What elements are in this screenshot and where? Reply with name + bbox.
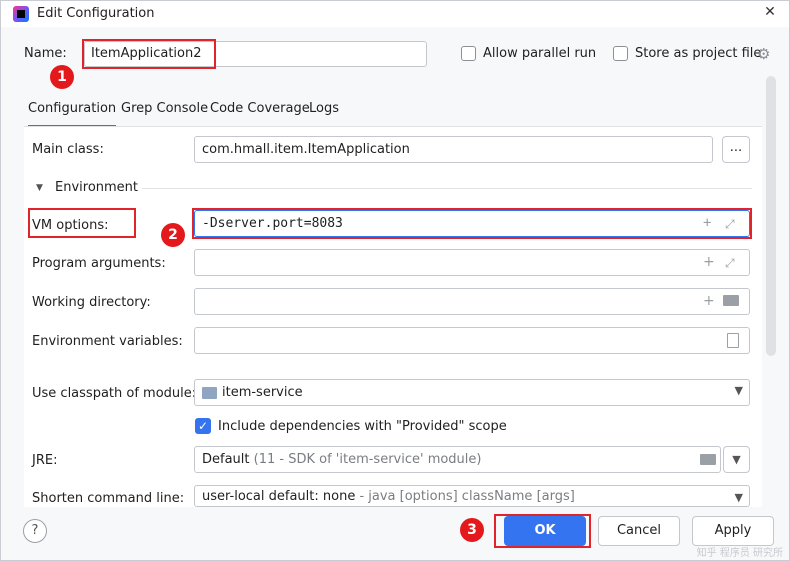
annotation-badge-3: 3	[460, 518, 484, 542]
highlight-box-ok	[494, 514, 591, 548]
chevron-down-icon[interactable]: ▼	[36, 183, 43, 193]
jre-value-main: Default	[202, 452, 250, 467]
allow-parallel-checkbox[interactable]	[461, 46, 476, 61]
jre-dropdown-button[interactable]: ▼	[723, 446, 750, 473]
window-title: Edit Configuration	[37, 6, 155, 21]
apply-button[interactable]: Apply	[692, 516, 774, 546]
watermark: 知乎 程序员 研究所	[696, 548, 783, 559]
jre-value-hint: (11 - SDK of 'item-service' module)	[249, 452, 482, 467]
shorten-value-main: user-local default: none	[202, 489, 356, 504]
folder-icon[interactable]	[723, 295, 739, 306]
classpath-module-label: Use classpath of module:	[32, 386, 197, 401]
document-icon[interactable]	[727, 333, 739, 348]
folder-icon[interactable]	[700, 454, 716, 465]
program-arguments-label: Program arguments:	[32, 256, 166, 271]
program-arguments-input[interactable]: + ⤢	[194, 249, 750, 276]
include-dependencies-label: Include dependencies with "Provided" sco…	[218, 419, 507, 434]
shorten-command-value: user-local default: none - java [options…	[202, 489, 575, 504]
module-icon	[202, 387, 217, 399]
environment-divider	[142, 188, 752, 189]
tab-logs[interactable]: Logs	[309, 100, 339, 128]
shorten-command-label: Shorten command line:	[32, 491, 185, 506]
store-project-label: Store as project file	[635, 46, 762, 61]
gear-icon[interactable]: ⚙	[757, 45, 770, 63]
annotation-badge-2: 2	[161, 223, 185, 247]
title-bar: Edit Configuration ✕	[1, 1, 789, 27]
name-label: Name:	[24, 46, 67, 61]
close-icon[interactable]: ✕	[761, 3, 779, 21]
help-button[interactable]: ?	[23, 519, 47, 543]
cancel-button[interactable]: Cancel	[598, 516, 680, 546]
classpath-module-select[interactable]: item-service ▼	[194, 379, 750, 406]
classpath-module-value: item-service	[222, 385, 303, 400]
jre-select[interactable]: Default (11 - SDK of 'item-service' modu…	[194, 446, 721, 473]
highlight-box-name	[82, 39, 216, 69]
allow-parallel-label: Allow parallel run	[483, 46, 597, 61]
add-icon[interactable]: +	[703, 254, 715, 270]
tab-configuration[interactable]: Configuration	[28, 100, 117, 128]
working-directory-label: Working directory:	[32, 295, 151, 310]
main-class-value: com.hmall.item.ItemApplication	[202, 142, 410, 157]
tab-code-coverage[interactable]: Code Coverage	[210, 100, 310, 128]
shorten-command-select[interactable]: user-local default: none - java [options…	[194, 485, 750, 507]
highlight-box-vm-field	[192, 208, 752, 239]
edit-configuration-dialog: Edit Configuration ✕ Name: ItemApplicati…	[0, 0, 790, 561]
browse-button[interactable]: ...	[722, 136, 750, 163]
jre-label: JRE:	[32, 453, 58, 468]
annotation-badge-1: 1	[50, 65, 74, 89]
add-icon[interactable]: +	[703, 293, 715, 309]
intellij-app-icon	[13, 6, 29, 22]
chevron-down-icon: ▼	[734, 491, 743, 504]
highlight-box-vm-options	[28, 208, 136, 238]
environment-variables-label: Environment variables:	[32, 334, 183, 349]
vertical-scrollbar[interactable]	[766, 76, 776, 356]
include-dependencies-checkbox[interactable]: ✓	[195, 418, 211, 434]
environment-variables-input[interactable]	[194, 327, 750, 354]
shorten-value-hint: - java [options] className [args]	[355, 489, 575, 504]
main-class-input[interactable]: com.hmall.item.ItemApplication	[194, 136, 713, 163]
store-project-checkbox[interactable]	[613, 46, 628, 61]
tab-grep-console[interactable]: Grep Console	[121, 100, 208, 128]
chevron-down-icon: ▼	[734, 384, 743, 397]
working-directory-input[interactable]: +	[194, 288, 750, 315]
main-class-label: Main class:	[32, 142, 104, 157]
jre-value: Default (11 - SDK of 'item-service' modu…	[202, 452, 481, 467]
expand-icon[interactable]: ⤢	[725, 256, 735, 271]
environment-section-label: Environment	[55, 180, 139, 195]
